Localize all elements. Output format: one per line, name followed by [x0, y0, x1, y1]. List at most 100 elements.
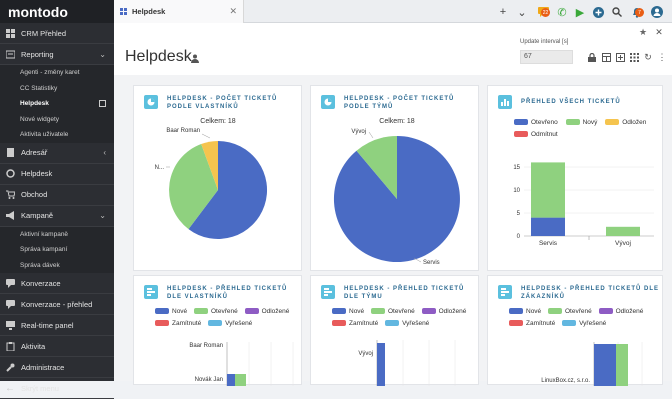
sidebar-subitem-agenti[interactable]: Agenti - změny karet — [0, 65, 114, 81]
sidebar-subitem-label: Správa dávek — [20, 261, 60, 269]
tab-label: Helpdesk — [132, 7, 166, 16]
main-content: ★ ✕ Helpdesk Update interval [s] 67 ↻ ⋮ … — [114, 23, 672, 386]
sidebar-item-label: Aktivita — [21, 341, 46, 351]
grid-icon — [120, 8, 127, 15]
bar-novak-jan-nove[interactable] — [227, 374, 235, 386]
more-options-icon[interactable]: ⋮ — [657, 52, 667, 62]
page-header: ★ ✕ Helpdesk Update interval [s] 67 ↻ ⋮ — [114, 23, 672, 75]
sidebar-item-aktivita[interactable]: Aktivita — [0, 336, 114, 357]
sidebar-item-konverzace-prehled[interactable]: Konverzace - přehled — [0, 294, 114, 315]
add-widget-icon[interactable] — [615, 52, 625, 62]
sidebar-item-obchod[interactable]: Obchod — [0, 185, 114, 206]
slice-label-servis: Servis — [423, 260, 440, 266]
sidebar-subitem-label: Správa kampaní — [20, 246, 68, 254]
refresh-icon[interactable]: ↻ — [643, 52, 653, 62]
bar-linuxbox-otevrene[interactable] — [616, 344, 628, 386]
sidebar-item-crm[interactable]: CRM Přehled — [0, 23, 114, 44]
sidebar-item-label: Konverzace — [21, 278, 61, 288]
sidebar-item-administrace[interactable]: Administrace — [0, 357, 114, 378]
sidebar-subitem-label: Nové widgety — [20, 115, 60, 123]
bar-vyvoj-nove[interactable] — [377, 343, 385, 386]
sidebar-item-label: Real-time panel — [21, 320, 74, 330]
sidebar-subitem-nove-widgety[interactable]: Nové widgety — [0, 111, 114, 127]
user-icon — [191, 54, 199, 65]
top-bar: Helpdesk ✕ + ⌄ 22 ✆ ▶ 7 — [114, 0, 672, 23]
sidebar-subitem-label: CC Statistiky — [20, 84, 58, 92]
chat-icon — [5, 278, 15, 288]
panel-tickets-by-team: Helpdesk - počet ticketů podle týmů Celk… — [310, 85, 479, 271]
star-icon[interactable]: ★ — [638, 27, 648, 37]
y-tick-label: 15 — [513, 165, 520, 171]
sidebar-subitem-cc[interactable]: CC Statistiky — [0, 80, 114, 96]
x-tick-label-vyvoj: Vývoj — [615, 240, 631, 247]
pie-chart: Celkem: 18 Vývoj Servis — [333, 118, 460, 266]
montodo-logo[interactable]: montodo — [0, 0, 114, 23]
notification-badge: 7 — [635, 8, 644, 17]
sidebar-subitem-aktivni-kampane[interactable]: Aktivní kampaně — [0, 226, 114, 242]
monitor-icon — [5, 320, 15, 330]
add-circle-icon[interactable] — [591, 5, 605, 19]
report-icon — [5, 49, 15, 59]
play-icon[interactable]: ▶ — [573, 5, 587, 19]
bar-linuxbox-nove[interactable] — [594, 344, 616, 386]
chat-badge: 22 — [541, 8, 550, 17]
bar-servis-1[interactable] — [531, 162, 565, 218]
row-label-linuxbox: LinuxBox.cz, s.r.o. — [541, 378, 590, 384]
chevron-down-icon: ⌄ — [99, 211, 106, 220]
sidebar-subitem-sprava-kampani[interactable]: Správa kampaní — [0, 242, 114, 258]
close-icon[interactable]: ✕ — [654, 27, 664, 37]
sidebar-item-label: Administrace — [21, 362, 65, 372]
book-icon — [5, 148, 15, 158]
sidebar-item-label: Obchod — [21, 190, 48, 199]
x-tick-label-servis: Servis — [539, 240, 558, 247]
row-label-baar-roman: Baar Roman — [189, 343, 223, 349]
sidebar-item-skryt-menu[interactable]: ← Skrýt menu — [0, 378, 114, 399]
bar-vývoj-1[interactable] — [606, 226, 640, 236]
leader-line — [368, 131, 374, 139]
sidebar-item-kampane[interactable]: Kampaně ⌄ — [0, 206, 114, 227]
update-interval-input[interactable]: 67 — [520, 50, 573, 64]
sidebar-subitem-label: Aktivita uživatele — [20, 131, 69, 139]
leader-line — [201, 133, 211, 139]
plus-icon[interactable]: + — [496, 5, 510, 19]
row-label-novak-jan: Novák Jan — [195, 377, 223, 383]
y-tick-label: 0 — [517, 234, 521, 240]
sidebar-item-realtime[interactable]: Real-time panel — [0, 315, 114, 336]
horizontal-bar-chart: Vývoj — [358, 340, 456, 386]
sidebar-item-konverzace[interactable]: Konverzace — [0, 273, 114, 294]
sidebar-subitem-label: Helpdesk — [20, 100, 49, 108]
sidebar-subitem-aktivita[interactable]: Aktivita uživatele — [0, 127, 114, 143]
y-tick-label: 10 — [513, 188, 520, 194]
sidebar-item-adresar[interactable]: Adresář ‹ — [0, 143, 114, 164]
bar-chart: 0 5 10 15 Servis Vývoj — [513, 162, 654, 247]
horizontal-bar-chart: Baar Roman Novák Jan — [189, 342, 294, 386]
user-avatar-icon[interactable] — [650, 5, 664, 19]
wrench-icon — [5, 362, 15, 372]
search-icon[interactable] — [610, 5, 624, 19]
bar-servis-0[interactable] — [531, 217, 565, 236]
apps-grid-icon[interactable] — [629, 52, 639, 62]
cart-icon — [5, 190, 15, 200]
sidebar-item-reporting[interactable]: Reporting ⌄ — [0, 44, 114, 65]
panel-overview-by-team: Helpdesk - přehled ticketů dle týmu Nové… — [310, 275, 479, 386]
sidebar-subitem-sprava-davek[interactable]: Správa dávek — [0, 257, 114, 273]
close-icon[interactable]: ✕ — [229, 6, 237, 17]
sidebar-item-label: Skrýt menu — [21, 383, 59, 393]
external-link-icon[interactable] — [99, 100, 106, 108]
sidebar-subitem-label: Agenti - změny karet — [20, 69, 80, 77]
lock-icon[interactable] — [587, 52, 597, 62]
megaphone-icon — [5, 211, 15, 221]
phone-icon[interactable]: ✆ — [555, 5, 569, 19]
sidebar-item-helpdesk[interactable]: Helpdesk — [0, 164, 114, 185]
panel-tickets-by-owner: Helpdesk - počet ticketů podle vlastníků… — [133, 85, 302, 271]
horizontal-bar-chart: LinuxBox.cz, s.r.o. — [541, 342, 643, 386]
bar-novak-jan-otevrene[interactable] — [235, 374, 246, 386]
leader-line — [413, 257, 422, 263]
chat-icon — [5, 299, 15, 309]
sidebar-subitem-helpdesk[interactable]: Helpdesk — [0, 96, 114, 112]
chevron-down-icon[interactable]: ⌄ — [515, 5, 529, 19]
clipboard-icon — [5, 341, 15, 351]
layout-icon[interactable] — [601, 52, 611, 62]
row-label-vyvoj: Vývoj — [358, 351, 373, 357]
tab-helpdesk[interactable]: Helpdesk ✕ — [114, 0, 244, 23]
